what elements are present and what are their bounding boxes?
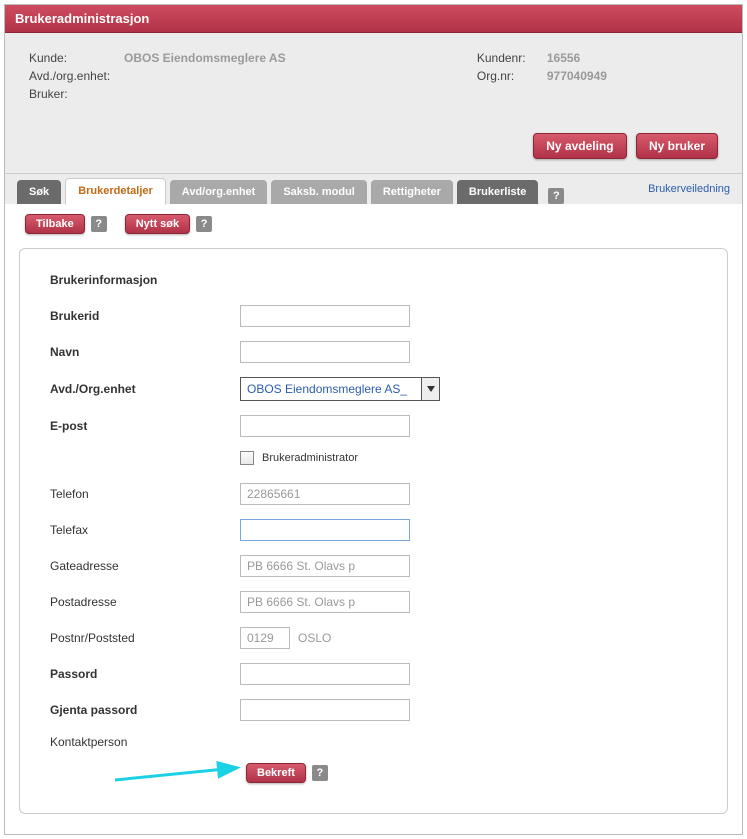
epost-label: E-post [50, 419, 240, 433]
panel-header: Brukeradministrasjon [5, 5, 742, 33]
gjenta-passord-label: Gjenta passord [50, 703, 240, 717]
telefax-input[interactable] [240, 519, 410, 541]
info-left: Kunde: OBOS Eiendomsmeglere AS Avd./org.… [29, 51, 442, 105]
help-link[interactable]: Brukerveiledning [648, 183, 730, 195]
tab-brukerdetaljer[interactable]: Brukerdetaljer [65, 178, 166, 205]
help-icon[interactable]: ? [548, 188, 564, 204]
passord-input[interactable] [240, 663, 410, 685]
kunde-label: Kunde: [29, 51, 124, 65]
confirm-row: Bekreft ? [240, 763, 697, 783]
info-area: Kunde: OBOS Eiendomsmeglere AS Avd./org.… [5, 33, 742, 174]
brukerid-input[interactable] [240, 305, 410, 327]
postadresse-input[interactable] [240, 591, 410, 613]
telefon-label: Telefon [50, 487, 240, 501]
orgnr-label: Org.nr: [477, 69, 547, 83]
kontaktperson-label: Kontaktperson [50, 735, 240, 749]
info-right: Kundenr: 16556 Org.nr: 977040949 [477, 51, 718, 105]
telefax-label: Telefax [50, 523, 240, 537]
ny-avdeling-button[interactable]: Ny avdeling [533, 133, 626, 159]
gateadresse-input[interactable] [240, 555, 410, 577]
orgnr-value: 977040949 [547, 69, 607, 83]
avdorg-selected: OBOS Eiendomsmeglere AS_ [247, 382, 407, 396]
bruker-label: Bruker: [29, 87, 124, 101]
postadresse-label: Postadresse [50, 595, 240, 609]
tab-saksb[interactable]: Saksb. modul [271, 180, 367, 204]
passord-label: Passord [50, 667, 240, 681]
avd-label: Avd./org.enhet: [29, 69, 124, 83]
avdorg-select[interactable]: OBOS Eiendomsmeglere AS_ [240, 377, 440, 401]
navn-label: Navn [50, 345, 240, 359]
tab-sok[interactable]: Søk [17, 180, 61, 204]
form-box: Brukerinformasjon Brukerid Navn Avd./Org… [19, 248, 728, 814]
tab-brukerliste[interactable]: Brukerliste [457, 180, 538, 204]
epost-input[interactable] [240, 415, 410, 437]
bekreft-button[interactable]: Bekreft [246, 763, 306, 783]
sub-actions: Tilbake ? Nytt søk ? [5, 204, 742, 244]
tilbake-button[interactable]: Tilbake [25, 214, 85, 234]
postnr-label: Postnr/Poststed [50, 631, 240, 645]
brukerid-label: Brukerid [50, 309, 240, 323]
annotation-arrow-icon [110, 755, 250, 790]
tabs-row: Søk Brukerdetaljer Avd/org.enhet Saksb. … [5, 174, 742, 204]
brukeradmin-checkbox[interactable] [240, 451, 254, 465]
poststed-value: OSLO [298, 631, 331, 645]
tab-avdorg[interactable]: Avd/org.enhet [170, 180, 268, 204]
nytt-sok-button[interactable]: Nytt søk [125, 214, 190, 234]
navn-input[interactable] [240, 341, 410, 363]
content-area: Brukerinformasjon Brukerid Navn Avd./Org… [5, 244, 742, 834]
gateadresse-label: Gateadresse [50, 559, 240, 573]
postnr-input[interactable] [240, 627, 290, 649]
gjenta-passord-input[interactable] [240, 699, 410, 721]
chevron-down-icon [421, 378, 439, 400]
kunde-value: OBOS Eiendomsmeglere AS [124, 51, 286, 65]
page-title: Brukeradministrasjon [15, 11, 149, 26]
help-icon[interactable]: ? [91, 216, 107, 232]
help-icon[interactable]: ? [196, 216, 212, 232]
telefon-input[interactable] [240, 483, 410, 505]
tab-rettigheter[interactable]: Rettigheter [371, 180, 453, 204]
main-panel: Brukeradministrasjon Kunde: OBOS Eiendom… [4, 4, 743, 835]
form-section-title: Brukerinformasjon [50, 273, 697, 287]
kundenr-label: Kundenr: [477, 51, 547, 65]
help-icon[interactable]: ? [312, 765, 328, 781]
kundenr-value: 16556 [547, 51, 580, 65]
brukeradmin-label: Brukeradministrator [262, 452, 358, 464]
ny-bruker-button[interactable]: Ny bruker [636, 133, 718, 159]
action-row: Ny avdeling Ny bruker [29, 133, 718, 159]
avdorg-label: Avd./Org.enhet [50, 382, 240, 396]
info-grid: Kunde: OBOS Eiendomsmeglere AS Avd./org.… [29, 51, 718, 105]
